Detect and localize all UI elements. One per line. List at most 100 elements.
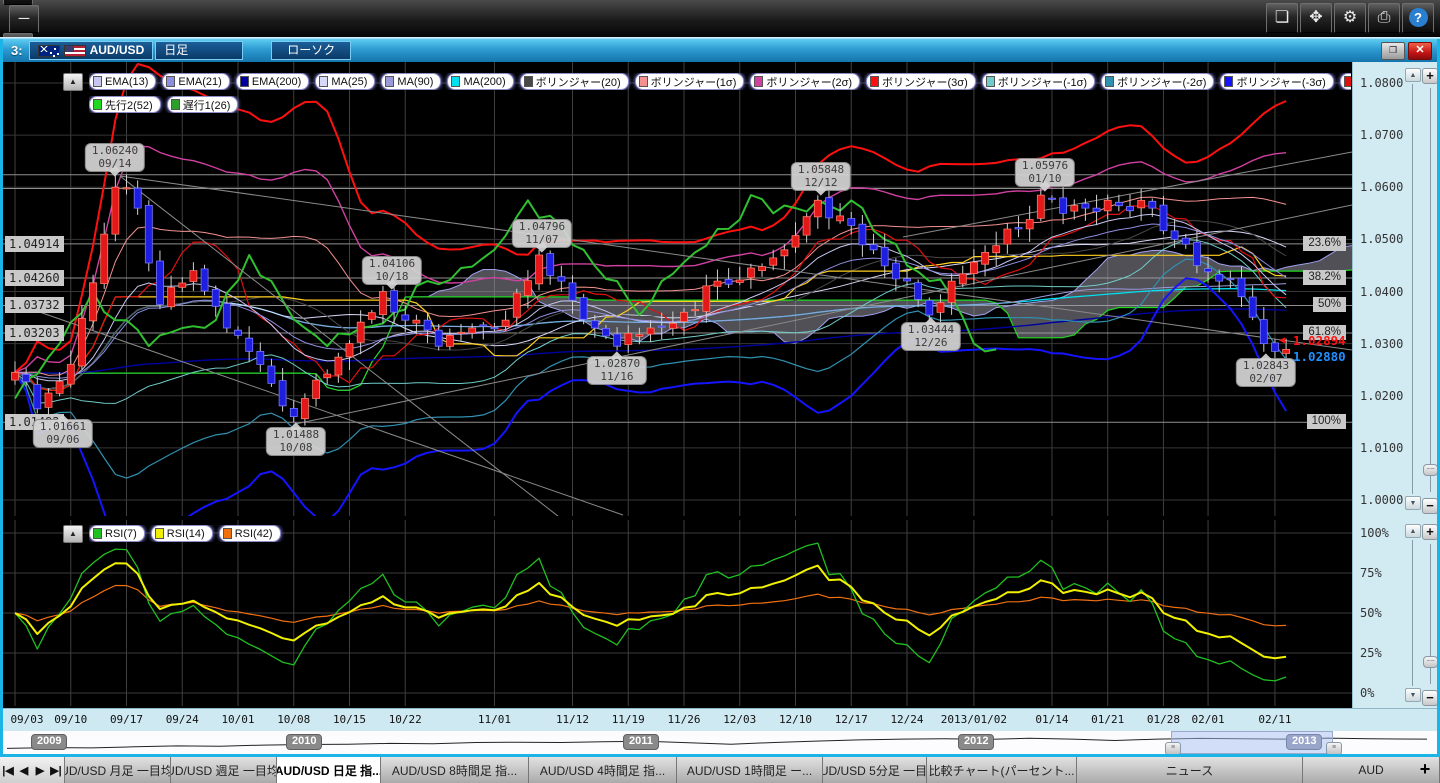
chart-tab-2[interactable]: AUD/USD 週足 一目均... [171, 757, 277, 783]
indicator-toggle-rsi14[interactable]: RSI(14) [151, 525, 213, 542]
indicator-toggle-rsi7[interactable]: RSI(7) [89, 525, 145, 542]
rsi-axis-label: 25% [1360, 646, 1382, 660]
date-tick-label: 10/08 [277, 713, 310, 726]
currency-pair-panel[interactable]: AUD/USD [29, 41, 154, 60]
indicator-swatch-bb_m1 [986, 76, 995, 87]
main-zoom-in-button[interactable]: + [1422, 68, 1437, 84]
navigator-left-handle[interactable]: ≡ [1165, 742, 1181, 754]
year-badge-2013[interactable]: 2013 [1286, 734, 1322, 750]
main-legend-collapse-button[interactable]: ▲ [63, 73, 83, 91]
rsi-canvas[interactable] [3, 520, 1352, 706]
indicator-toggle-ema200[interactable]: EMA(200) [236, 73, 310, 90]
date-tick-label: 01/14 [1035, 713, 1068, 726]
rsi-scroll-track[interactable] [1412, 540, 1413, 686]
indicator-label-senkou2: 先行2(52) [105, 97, 153, 113]
chart-window-titlebar[interactable]: 3: AUD/USD 日足 ローソク ❐ ✕ [3, 39, 1437, 62]
year-badge-2009[interactable]: 2009 [31, 734, 67, 750]
price-annotation: 1.0479611/07 [512, 219, 572, 248]
chart-tab-5[interactable]: AUD/USD 4時間足 指... [529, 757, 677, 783]
indicator-toggle-bb_m3[interactable]: ボリンジャー(-3σ) [1220, 73, 1333, 90]
chart-tab-6[interactable]: AUD/USD 1時間足 ー... [677, 757, 823, 783]
indicator-toggle-ma90[interactable]: MA(90) [381, 73, 441, 90]
fullscreen-icon[interactable]: ✥ [1300, 3, 1332, 33]
main-scroll-up-button[interactable]: ▲ [1405, 68, 1421, 82]
annotation-date: 01/10 [1022, 173, 1068, 186]
indicator-toggle-chikou[interactable]: 遅行1(26) [167, 96, 239, 113]
indicator-toggle-tenkan[interactable]: 転換線(9) [1340, 73, 1351, 90]
chart-type-panel[interactable]: ローソク [271, 41, 351, 60]
indicator-toggle-bb_p2[interactable]: ボリンジャー(2σ) [750, 73, 860, 90]
chart-tab-4[interactable]: AUD/USD 8時間足 指... [381, 757, 529, 783]
rsi-axis-label: 100% [1360, 526, 1389, 540]
indicator-swatch-ema200 [240, 76, 249, 87]
main-scroll-track[interactable] [1412, 84, 1413, 494]
main-zoom-slider-handle[interactable]: −− [1423, 464, 1437, 476]
main-zoom-out-button[interactable]: − [1422, 498, 1437, 514]
date-tick-label: 10/15 [333, 713, 366, 726]
indicator-label-ma200: MA(200) [463, 76, 505, 88]
main-scroll-down-button[interactable]: ▼ [1405, 496, 1421, 510]
year-badge-2012[interactable]: 2012 [958, 734, 994, 750]
main-chart-canvas[interactable] [3, 62, 1352, 516]
indicator-toggle-ema21[interactable]: EMA(21) [162, 73, 229, 90]
settings-gear-icon[interactable]: ⚙ [1334, 3, 1366, 33]
add-chart-tab-button[interactable]: + [1412, 757, 1438, 783]
indicator-toggle-ema13[interactable]: EMA(13) [89, 73, 156, 90]
indicator-swatch-chikou [171, 99, 180, 110]
indicator-swatch-bb20 [524, 76, 533, 87]
chart-tab-3[interactable]: AUD/USD 日足 指... [277, 757, 381, 783]
indicator-toggle-bb20[interactable]: ボリンジャー(20) [520, 73, 629, 90]
hand-icon[interactable]: ☝ [3, 0, 33, 5]
rsi-scroll-down-button[interactable]: ▼ [1405, 688, 1421, 702]
rsi-scroll-up-button[interactable]: ▲ [1405, 524, 1421, 538]
main-zoom-track[interactable] [1430, 88, 1431, 492]
indicator-toggle-bb_p1[interactable]: ボリンジャー(1σ) [635, 73, 745, 90]
annotation-price: 1.03444 [908, 324, 954, 337]
chart-tab-9[interactable]: ニュース [1077, 757, 1303, 783]
help-icon[interactable]: ? [1402, 3, 1434, 33]
price-annotation: 1.0344412/26 [901, 322, 961, 351]
chart-tab-7[interactable]: AUD/USD 5分足 一目... [823, 757, 927, 783]
indicator-label-rsi7: RSI(7) [105, 528, 137, 540]
rsi-zoom-in-button[interactable]: + [1422, 524, 1437, 540]
restore-window-button[interactable]: ❐ [1381, 42, 1405, 60]
timeframe-panel[interactable]: 日足 [155, 41, 243, 60]
new-window-icon[interactable]: ❏ [1266, 3, 1298, 33]
price-axis-label: 1.0200 [1360, 389, 1403, 403]
indicator-swatch-ema21 [166, 76, 175, 87]
annotation-date: 11/07 [519, 234, 565, 247]
navigator-right-handle[interactable]: ≡ [1326, 742, 1342, 754]
price-annotation: 1.0287011/16 [587, 356, 647, 385]
timeline-navigator[interactable]: ≡ ≡ 2009 2010 2011 2012 2013 [3, 731, 1437, 754]
price-axis-label: 1.0700 [1360, 128, 1403, 142]
tab-prev-button[interactable]: ◀ [16, 764, 32, 777]
rsi-zoom-slider-handle[interactable]: −− [1423, 656, 1437, 668]
chart-tab-8[interactable]: 比較チャート(パーセント... [927, 757, 1077, 783]
chart-tab-1[interactable]: AUD/USD 月足 一目均... [65, 757, 171, 783]
indicator-toggle-rsi42[interactable]: RSI(42) [219, 525, 281, 542]
indicator-toggle-bb_p3[interactable]: ボリンジャー(3σ) [866, 73, 976, 90]
chart-tab-bar: |◀◀▶▶| AUD/USD 月足 一目均...AUD/USD 週足 一目均..… [0, 757, 1440, 783]
indicator-toggle-bb_m1[interactable]: ボリンジャー(-1σ) [982, 73, 1095, 90]
price-annotation: 1.0584812/12 [791, 162, 851, 191]
horizontal-line-icon[interactable]: ─ [9, 5, 39, 33]
tab-last-button[interactable]: ▶| [48, 764, 64, 777]
main-price-plot[interactable]: ▲ EMA(13) EMA(21) EMA(200) MA(25) MA(90) MA(20… [3, 62, 1352, 516]
year-badge-2011[interactable]: 2011 [623, 734, 659, 750]
indicator-toggle-ma25[interactable]: MA(25) [315, 73, 375, 90]
indicator-swatch-ma90 [385, 76, 394, 87]
print-icon[interactable]: ⎙ [1368, 3, 1400, 33]
main-legend-row1: EMA(13) EMA(21) EMA(200) MA(25) MA(90) MA(200… [89, 73, 1351, 90]
year-badge-2010[interactable]: 2010 [286, 734, 322, 750]
tab-next-button[interactable]: ▶ [32, 764, 48, 777]
indicator-toggle-bb_m2[interactable]: ボリンジャー(-2σ) [1101, 73, 1214, 90]
rsi-legend-collapse-button[interactable]: ▲ [63, 525, 83, 543]
tab-first-button[interactable]: |◀ [0, 764, 16, 777]
indicator-toggle-ma200[interactable]: MA(200) [447, 73, 513, 90]
indicator-toggle-senkou2[interactable]: 先行2(52) [89, 96, 161, 113]
close-window-button[interactable]: ✕ [1408, 42, 1432, 60]
date-tick-label: 12/10 [779, 713, 812, 726]
rsi-zoom-out-button[interactable]: − [1422, 690, 1437, 706]
current-bid-price: 1.02880 [1293, 349, 1346, 364]
rsi-plot[interactable]: ▲ RSI(7) RSI(14) RSI(42) [3, 520, 1352, 706]
